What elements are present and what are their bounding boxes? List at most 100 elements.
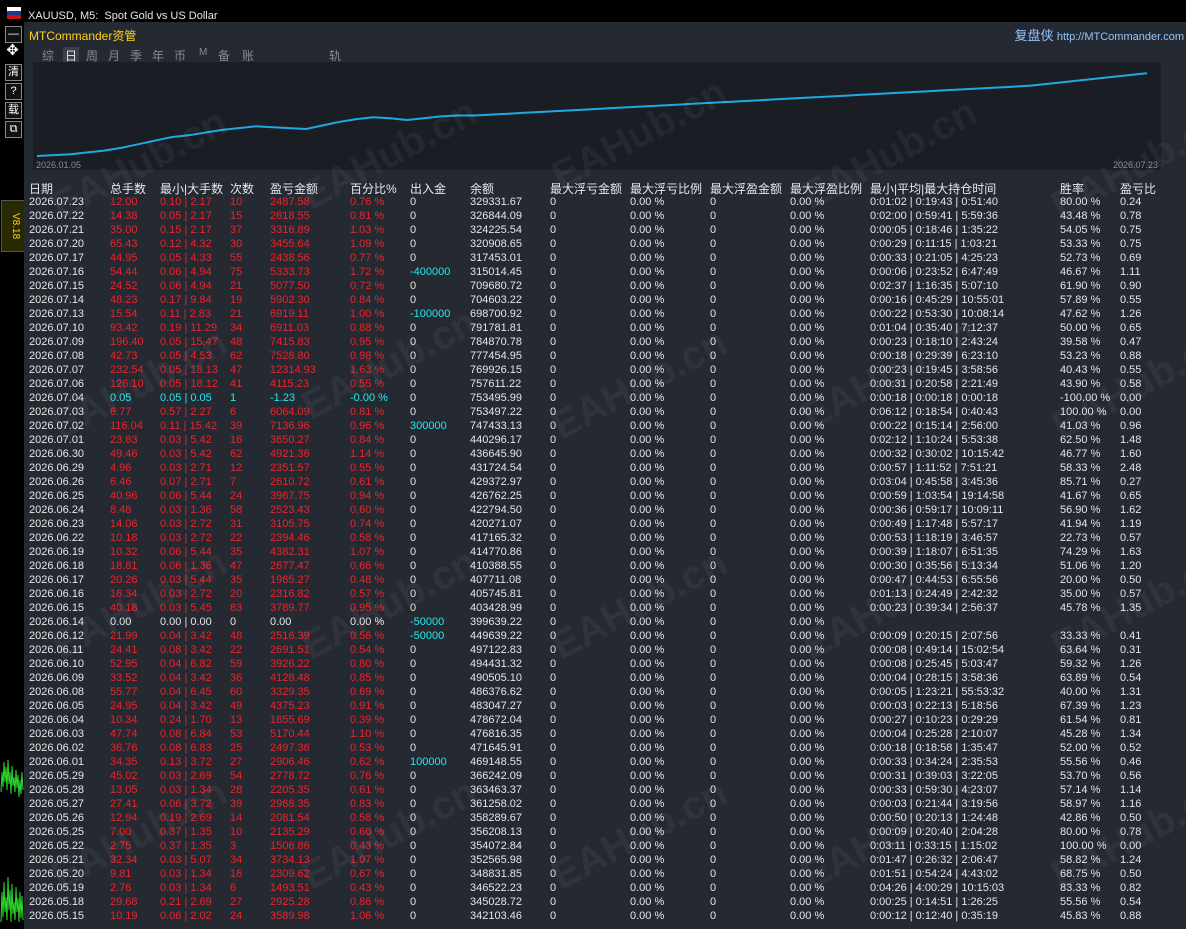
cell-percent: 0.53 % [350, 742, 385, 754]
cell-hold-time: 0:00:16 | 0:45:29 | 10:55:01 [870, 294, 1005, 306]
minimize-button[interactable]: — [5, 26, 22, 43]
help-button[interactable]: ? [5, 83, 22, 100]
move-icon[interactable]: ✥ [5, 43, 20, 58]
cell-profit-ratio: 0.57 [1120, 532, 1142, 544]
cell-balance: 420271.07 [470, 518, 522, 530]
tab-magic[interactable]: M [199, 47, 207, 58]
cell-date: 2026.06.30 [29, 448, 85, 460]
cell-max-float-profit-pct: 0.00 % [790, 882, 825, 894]
cell-min-max-lots: 0.03 | 1.34 [160, 868, 212, 880]
cell-win-rate: 51.06 % [1060, 560, 1101, 572]
column-header[interactable]: 盈亏比 [1120, 180, 1156, 197]
cell-min-max-lots: 0.05 | 15.47 [160, 336, 218, 348]
cell-hold-time: 0:02:00 | 0:59:41 | 5:59:36 [870, 210, 999, 222]
cell-pnl: 3316.89 [270, 224, 310, 236]
cell-max-float-profit: 0 [710, 336, 717, 348]
table-row: 2026.06.12 21.99 0.04 | 3.42 48 2516.39 0.56 … [24, 630, 1186, 644]
cell-percent: 0.84 % [350, 434, 385, 446]
cell-max-float-profit-pct: 0.00 % [790, 644, 825, 656]
cell-max-float-profit: 0 [710, 630, 717, 642]
cell-balance: 704603.22 [470, 294, 522, 306]
column-header[interactable]: 出入金 [410, 180, 446, 197]
cell-percent: 0.91 % [350, 700, 385, 712]
mini-volume-chart-bottom [0, 876, 24, 923]
cell-date: 2026.07.08 [29, 350, 85, 362]
cell-max-float-profit: 0 [710, 308, 717, 320]
table-row: 2026.07.23 12.00 0.10 | 2.17 10 2487.58 0.76 … [24, 196, 1186, 210]
cell-pnl: 1506.86 [270, 840, 310, 852]
cell-max-float-loss-pct: 0.00 % [630, 742, 665, 754]
cell-win-rate: 43.48 % [1060, 210, 1101, 222]
window-button[interactable]: ⧉ [5, 121, 22, 138]
column-header[interactable]: 总手数 [110, 180, 146, 197]
cell-max-float-profit-pct: 0.00 % [790, 840, 825, 852]
cell-hold-time: 0:00:18 | 0:00:18 | 0:00:18 [870, 392, 999, 404]
column-header[interactable]: 盈亏金额 [270, 180, 318, 197]
cell-count: 25 [230, 742, 243, 754]
cell-profit-ratio: 0.57 [1120, 588, 1142, 600]
cell-max-float-profit-pct: 0.00 % [790, 266, 825, 278]
cell-profit-ratio: 0.46 [1120, 756, 1142, 768]
cell-balance: 436645.90 [470, 448, 522, 460]
cell-total-lots: 196.40 [110, 336, 144, 348]
column-header[interactable]: 百分比% [350, 180, 397, 197]
cell-cashflow: 0 [410, 700, 417, 712]
column-header[interactable]: 最小|平均|最大持仓时间 [870, 180, 996, 197]
cell-balance: 497122.83 [470, 644, 522, 656]
cell-max-float-profit: 0 [710, 224, 717, 236]
cell-min-max-lots: 0.07 | 2.71 [160, 476, 212, 488]
cell-balance: 356208.13 [470, 826, 522, 838]
cell-win-rate: 47.62 % [1060, 308, 1101, 320]
column-header[interactable]: 日期 [29, 180, 53, 197]
cell-pnl: 3455.64 [270, 238, 310, 250]
cell-percent: 0.62 % [350, 756, 385, 768]
cell-min-max-lots: 0.21 | 2.69 [160, 896, 212, 908]
cell-date: 2026.06.01 [29, 756, 85, 768]
brand-url-link[interactable]: http://MTCommander.com [1057, 31, 1184, 43]
cell-profit-ratio: 1.48 [1120, 434, 1142, 446]
table-row: 2026.06.10 52.95 0.04 | 6.82 59 3926.22 0.80 … [24, 658, 1186, 672]
cell-count: 55 [230, 252, 243, 264]
cell-max-float-loss-pct: 0.00 % [630, 378, 665, 390]
cell-max-float-loss-pct: 0.00 % [630, 308, 665, 320]
cell-max-float-loss: 0 [550, 420, 557, 432]
cell-balance: 407711.08 [470, 574, 522, 586]
cell-min-max-lots: 0.04 | 6.45 [160, 686, 212, 698]
cell-profit-ratio: 1.11 [1120, 266, 1141, 278]
cell-cashflow: -50000 [410, 616, 445, 628]
cell-pnl: 4115.23 [270, 378, 309, 390]
cell-pnl: 1965.27 [270, 574, 310, 586]
cell-cashflow: 0 [410, 840, 417, 852]
cell-win-rate: 57.14 % [1060, 784, 1101, 796]
cell-pnl: 2516.39 [270, 630, 310, 642]
column-header[interactable]: 余额 [470, 180, 494, 197]
cell-hold-time: 0:00:04 | 0:28:15 | 3:58:36 [870, 672, 999, 684]
cell-win-rate: 61.54 % [1060, 714, 1101, 726]
cell-max-float-loss: 0 [550, 798, 557, 810]
cell-cashflow: 0 [410, 364, 417, 376]
cell-hold-time: 0:00:23 | 0:39:34 | 2:56:37 [870, 602, 999, 614]
cell-count: 3 [230, 840, 237, 852]
cell-cashflow: 0 [410, 434, 417, 446]
cell-balance: 361258.02 [470, 798, 522, 810]
cell-max-float-profit: 0 [710, 574, 717, 586]
cell-win-rate: -100.00 % [1060, 392, 1111, 404]
column-header[interactable]: 次数 [230, 180, 254, 197]
cell-max-float-profit: 0 [710, 266, 717, 278]
load-button[interactable]: 载 [5, 102, 22, 119]
cell-count: 47 [230, 560, 243, 572]
cell-max-float-profit: 0 [710, 350, 717, 362]
column-header[interactable]: 胜率 [1060, 180, 1084, 197]
column-header[interactable]: 最大浮亏金额 [550, 180, 622, 197]
cell-max-float-loss: 0 [550, 714, 557, 726]
clear-button[interactable]: 清 [5, 64, 22, 81]
column-header[interactable]: 最大浮盈比例 [790, 180, 862, 197]
column-header[interactable]: 最大浮盈金额 [710, 180, 782, 197]
column-header[interactable]: 最大浮亏比例 [630, 180, 702, 197]
table-row: 2026.05.25 7.00 0.37 | 1.35 10 2135.29 0.60 %… [24, 826, 1186, 840]
cell-date: 2026.05.27 [29, 798, 85, 810]
cell-max-float-loss-pct: 0.00 % [630, 294, 665, 306]
column-header[interactable]: 最小|大手数 [160, 180, 223, 197]
cell-balance: 471645.91 [470, 742, 522, 754]
cell-date: 2026.06.26 [29, 476, 85, 488]
